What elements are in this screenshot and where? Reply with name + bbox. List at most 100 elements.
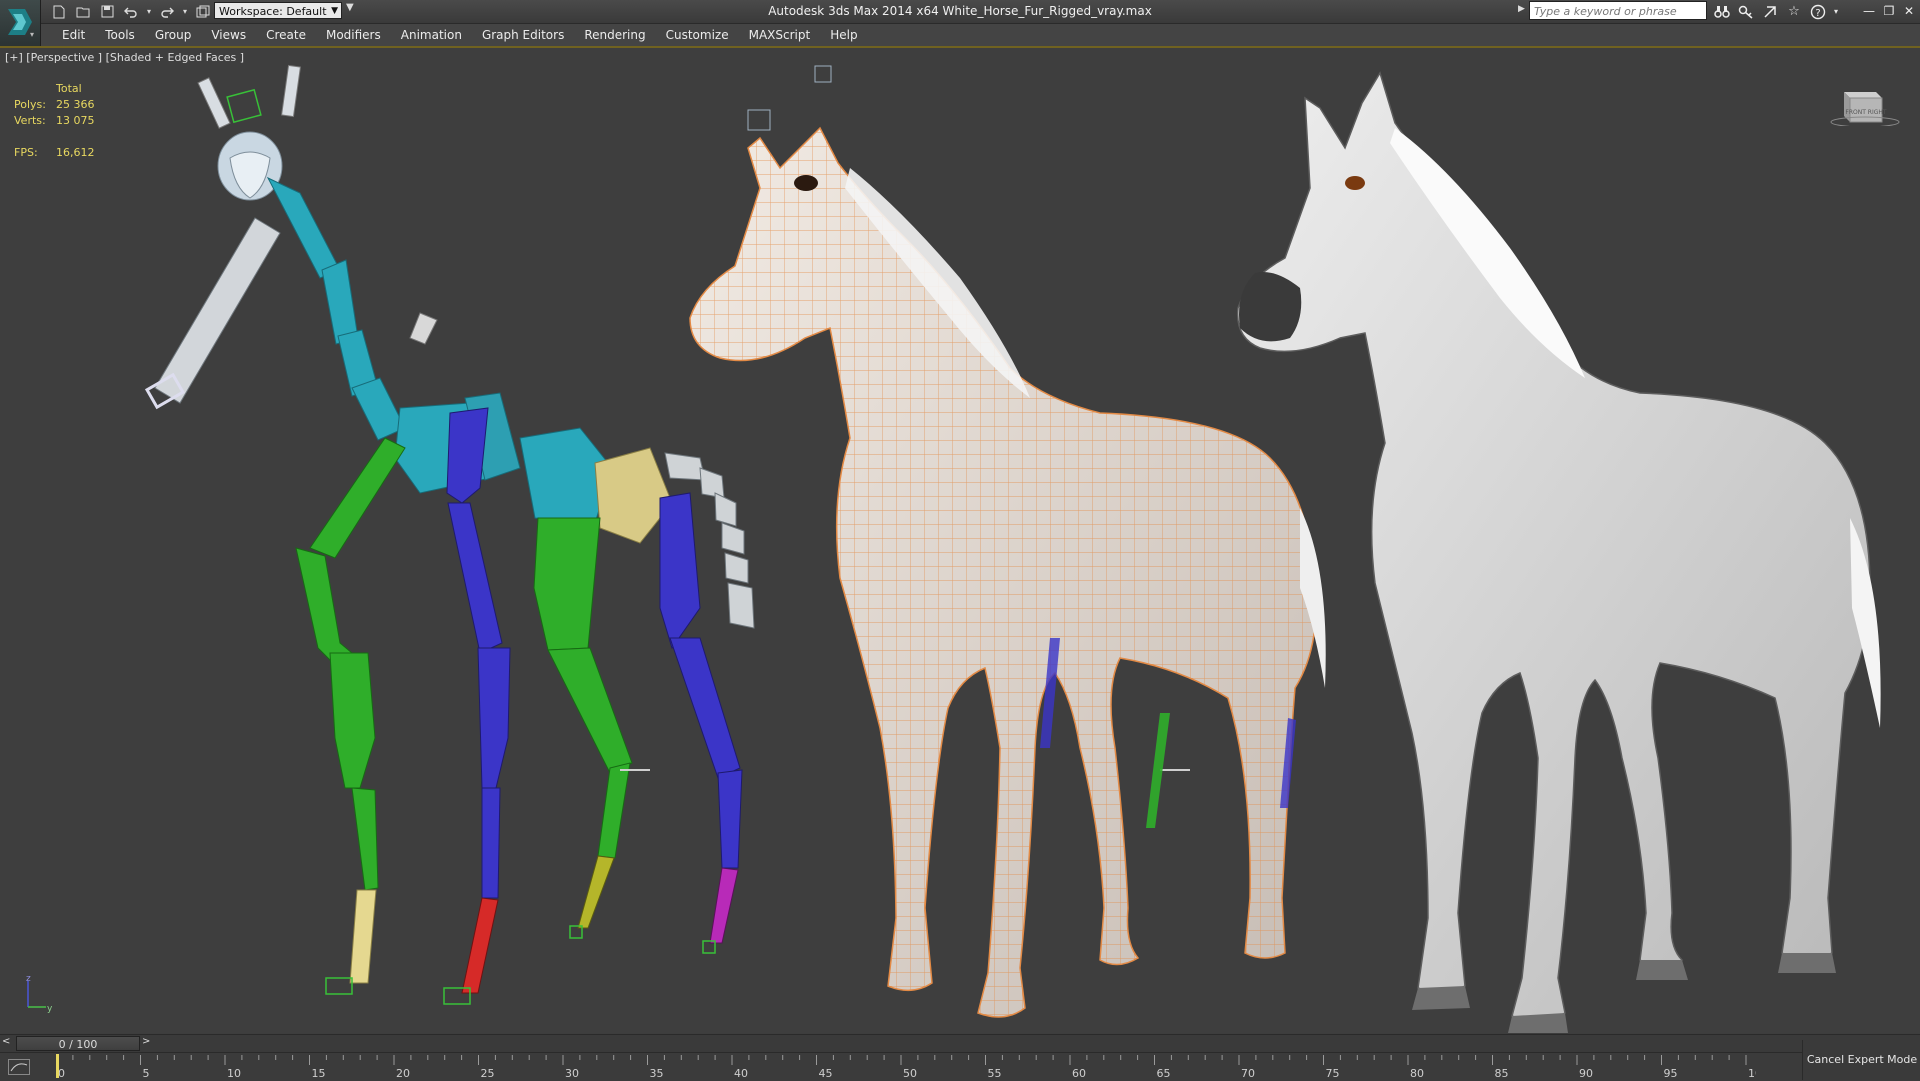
- front-right-hoof-bone[interactable]: [461, 897, 499, 994]
- stats-header: Total: [56, 82, 82, 95]
- verts-value: 13 075: [56, 114, 95, 127]
- scene-canvas[interactable]: [0, 48, 1920, 1033]
- front-left-leg-bones[interactable]: [295, 437, 406, 891]
- window-controls: — ❐ ✕: [1862, 1, 1916, 20]
- app-menu-dropdown-icon: ▾: [30, 30, 35, 39]
- front-left-foot-helper[interactable]: [325, 977, 353, 995]
- redo-icon[interactable]: [156, 2, 178, 21]
- new-file-icon[interactable]: [48, 2, 70, 21]
- star-icon[interactable]: ☆: [1784, 2, 1804, 21]
- menu-animation[interactable]: Animation: [391, 27, 472, 44]
- time-slider-bar: < 0 / 100 >: [0, 1034, 1920, 1053]
- key-icon[interactable]: [1736, 2, 1756, 21]
- ruler-tick-label: 30: [565, 1067, 579, 1080]
- open-mini-curve-editor-icon[interactable]: [8, 1059, 30, 1075]
- menu-create[interactable]: Create: [256, 27, 316, 44]
- hind-right-hoof-bone[interactable]: [709, 867, 739, 944]
- project-folder-icon[interactable]: [192, 2, 214, 21]
- ruler-tick-label: 100: [1748, 1067, 1756, 1080]
- fps-value: 16,612: [56, 146, 95, 159]
- title-bar: ▾ ▾ Workspace: Default ▼ ▼ Autodesk 3ds …: [0, 0, 1920, 24]
- viewcube[interactable]: FRONT RIGHT: [1830, 84, 1900, 128]
- infocenter-toolbar: ☆ ? ▾: [1712, 2, 1840, 21]
- close-icon[interactable]: ✕: [1902, 1, 1916, 20]
- fps-label: FPS:: [14, 146, 38, 159]
- previous-frame-icon[interactable]: <: [2, 1036, 14, 1051]
- search-input[interactable]: Type a keyword or phrase: [1529, 1, 1707, 20]
- ruler-tick-label: 60: [1072, 1067, 1086, 1080]
- time-slider[interactable]: 0 / 100: [16, 1036, 140, 1051]
- minimize-icon[interactable]: —: [1862, 1, 1876, 20]
- current-frame-marker[interactable]: [56, 1054, 59, 1078]
- ruler-tick-label: 0: [58, 1067, 65, 1080]
- workspace-more-icon[interactable]: ▼: [346, 2, 354, 13]
- menu-group[interactable]: Group: [145, 27, 202, 44]
- search-expand-icon[interactable]: ▶: [1518, 4, 1525, 14]
- viewport-label[interactable]: [+] [Perspective ] [Shaded + Edged Faces…: [5, 51, 244, 64]
- frame-ruler[interactable]: 0 5 10 15 20 25 30 35 40 45 50 55 60 65 70 75 80 85 90 95 10…: [56, 1053, 1756, 1081]
- track-bar[interactable]: 0 5 10 15 20 25 30 35 40 45 50 55 60 65 70 75 80 85 90 95 10…: [0, 1052, 1920, 1081]
- hind-left-hoof-bone[interactable]: [577, 855, 615, 929]
- ruler-tick-label: 85: [1495, 1067, 1509, 1080]
- open-folder-icon[interactable]: [72, 2, 94, 21]
- menu-modifiers[interactable]: Modifiers: [316, 27, 391, 44]
- wireframe-horse-model[interactable]: [689, 65, 1326, 1018]
- viewcube-face-label: FRONT RIGHT: [1845, 109, 1887, 116]
- verts-label: Verts:: [14, 114, 46, 127]
- menu-views[interactable]: Views: [201, 27, 256, 44]
- head-bone[interactable]: [197, 64, 301, 201]
- ruler-tick-label: 95: [1664, 1067, 1678, 1080]
- hind-left-leg-bones[interactable]: [533, 517, 633, 859]
- ruler-tick-label: 65: [1157, 1067, 1171, 1080]
- ruler-tick-label: 5: [143, 1067, 150, 1080]
- front-right-leg-bones[interactable]: [446, 407, 511, 899]
- restore-icon[interactable]: ❐: [1882, 1, 1896, 20]
- menu-rendering[interactable]: Rendering: [574, 27, 655, 44]
- quick-access-toolbar: ▾ ▾: [48, 2, 214, 21]
- bone-rig[interactable]: [144, 64, 755, 1005]
- front-left-hoof-bone[interactable]: [349, 889, 377, 984]
- perspective-viewport[interactable]: [+] [Perspective ] [Shaded + Edged Faces…: [0, 48, 1920, 1033]
- chevron-down-icon: ▼: [331, 6, 338, 16]
- menu-edit[interactable]: Edit: [52, 27, 95, 44]
- binoculars-icon[interactable]: [1712, 2, 1732, 21]
- menu-bar: Edit Tools Group Views Create Modifiers …: [0, 24, 1920, 48]
- redo-dropdown-icon[interactable]: ▾: [180, 2, 190, 21]
- ruler-tick-label: 15: [312, 1067, 326, 1080]
- undo-dropdown-icon[interactable]: ▾: [144, 2, 154, 21]
- menu-tools[interactable]: Tools: [95, 27, 145, 44]
- help-dropdown-icon[interactable]: ▾: [1832, 2, 1840, 21]
- ruler-tick-label: 70: [1241, 1067, 1255, 1080]
- ruler-tick-label: 80: [1410, 1067, 1424, 1080]
- ruler-tick-label: 25: [481, 1067, 495, 1080]
- workspace-dropdown[interactable]: Workspace: Default ▼: [214, 2, 342, 19]
- ruler-tick-label: 10: [227, 1067, 241, 1080]
- ruler-tick-label: 40: [734, 1067, 748, 1080]
- workspace-label: Workspace: Default: [219, 5, 327, 18]
- rendered-horse-model[interactable]: [1236, 71, 1881, 1033]
- svg-text:?: ?: [1815, 8, 1820, 19]
- help-icon[interactable]: ?: [1808, 2, 1828, 21]
- neck-bones[interactable]: [266, 176, 406, 441]
- undo-icon[interactable]: [120, 2, 142, 21]
- spine-bones[interactable]: [394, 392, 673, 544]
- ruler-tick-label: 75: [1326, 1067, 1340, 1080]
- ruler-tick-label: 90: [1579, 1067, 1593, 1080]
- menu-customize[interactable]: Customize: [656, 27, 739, 44]
- axis-z-label: z: [26, 974, 31, 984]
- ruler-tick-label: 50: [903, 1067, 917, 1080]
- polys-value: 25 366: [56, 98, 95, 111]
- menu-maxscript[interactable]: MAXScript: [739, 27, 821, 44]
- sign-in-icon[interactable]: [1760, 2, 1780, 21]
- menu-graph-editors[interactable]: Graph Editors: [472, 27, 574, 44]
- ruler-tick-label: 35: [650, 1067, 664, 1080]
- ruler-tick-label: 20: [396, 1067, 410, 1080]
- application-menu-button[interactable]: ▾: [0, 0, 41, 46]
- viewport-statistics: Total Polys: 25 366 Verts: 13 075 FPS: 1…: [14, 82, 95, 162]
- next-frame-icon[interactable]: >: [142, 1036, 154, 1051]
- save-icon[interactable]: [96, 2, 118, 21]
- axis-tripod: z y: [18, 973, 58, 1016]
- axis-y-label: y: [47, 1004, 53, 1013]
- menu-help[interactable]: Help: [820, 27, 867, 44]
- cancel-expert-mode-button[interactable]: Cancel Expert Mode: [1802, 1040, 1920, 1080]
